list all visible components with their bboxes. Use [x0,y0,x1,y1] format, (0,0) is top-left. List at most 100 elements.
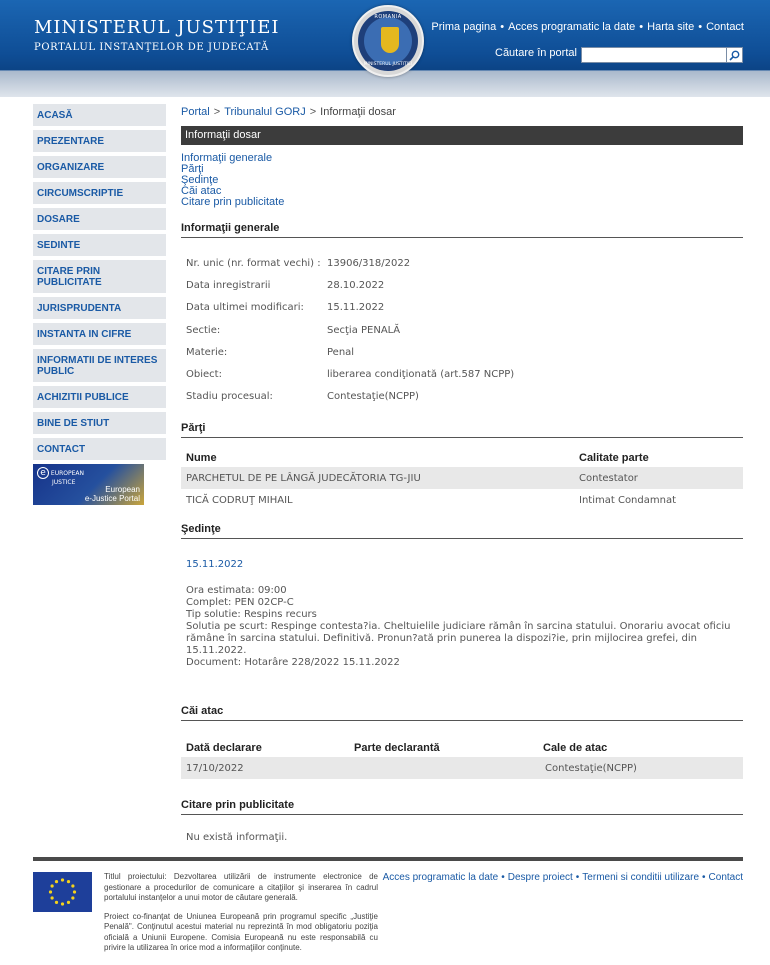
breadcrumb-portal[interactable]: Portal [181,106,210,118]
sidebar-item-contact[interactable]: CONTACT [33,438,167,460]
main-content: Portal > Tribunalul GORJ > Informaţii dosar … [181,106,743,843]
footer-link-contact[interactable]: Contact [709,872,743,883]
cale-atac: Contestaţie(NCPP) [543,757,743,780]
sidebar-item-acasa[interactable]: ACASĂ [33,104,167,126]
col-header-nume: Nume [186,452,217,465]
eu-star [60,878,65,882]
info-key: Data ultimei modificari: [186,302,304,314]
sidebar-item-dosare[interactable]: DOSARE [33,208,167,230]
sidebar-item-bine-de-stiut[interactable]: BINE DE STIUT [33,412,167,434]
breadcrumb-court[interactable]: Tribunalul GORJ [224,106,306,118]
cai-atac-table: Dată declarare Parte declarantă Cale de … [181,733,743,780]
ejustice-line1: European [105,485,140,494]
section-title-citare: Citare prin publicitate [181,799,743,816]
ejustice-logo-text-2: JUSTICE [52,479,76,486]
search-input[interactable] [581,47,727,63]
sidebar-item-informatii-interes-public[interactable]: INFORMATII DE INTERES PUBLIC [33,349,167,382]
toc-link-informatii-generale[interactable]: Informaţii generale [181,153,743,164]
search-button[interactable] [727,47,743,63]
ejustice-logo: e EUROPEAN JUSTICE [37,467,84,486]
eu-star [71,896,75,900]
ministry-seal-logo[interactable]: ROMANIA MINISTERUL JUSTIŢIEI [352,5,424,77]
info-value: Contestaţie(NCPP) [327,391,419,403]
eu-star [66,900,71,904]
sidebar-item-citare[interactable]: CITARE PRIN PUBLICITATE [33,260,167,293]
table-header-row: Dată declarare Parte declarantă Cale de … [181,733,743,757]
parti-table: Nume Calitate parte PARCHETUL DE PE LÂNG… [181,443,743,511]
info-row: Materie: Penal [181,341,743,363]
sedinta-ora: Ora estimata: 09:00 [186,585,287,597]
ejustice-banner[interactable]: e EUROPEAN JUSTICE European e-Justice Po… [33,464,144,505]
info-value: 13906/318/2022 [327,257,411,269]
section-title-parti: Părţi [181,422,743,439]
info-row: Data inregistrarii 28.10.2022 [181,274,743,296]
footer-separator: • [501,872,505,883]
table-row: PARCHETUL DE PE LÂNGĂ JUDECĂTORIA TG-JIU… [181,467,743,490]
footer-links: Acces programatic la date • Despre proiect… [383,872,743,883]
sidebar-item-sedinte[interactable]: SEDINTE [33,234,167,256]
ejustice-line2: e-Justice Portal [84,494,140,503]
seal-bottom-text: MINISTERUL JUSTIŢIEI [363,62,413,67]
info-row: Sectie: Secţia PENALĂ [181,319,743,341]
footer-link-termeni[interactable]: Termeni si conditii utilizare [582,872,699,883]
footer-divider [33,857,743,861]
info-key: Data inregistrarii [186,279,271,291]
info-value: liberarea condiţionată (art.587 NCPP) [327,369,515,381]
col-header-data-declarare: Dată declarare [186,742,262,755]
page-title: Informaţii dosar [181,126,743,145]
eu-star [54,900,59,904]
ejustice-logo-text-1: EUROPEAN [50,470,84,477]
site-subtitle: PORTALUL INSTANŢELOR DE JUDECATĂ [34,42,269,53]
info-value: Penal [327,346,355,358]
citare-empty-message: Nu există informaţii. [186,832,288,844]
sedinta-solutia: Solutia pe scurt: Respinge contesta?ia. … [186,621,731,657]
info-key: Nr. unic (nr. format vechi) : [186,257,321,269]
table-header-row: Nume Calitate parte [181,443,743,467]
col-header-cale-de-atac: Cale de atac [543,742,608,755]
footer-separator: • [702,872,706,883]
toc-link-sedinte[interactable]: Şedinţe [181,175,743,186]
sidebar-item-jurisprudenta[interactable]: JURISPRUDENTA [33,297,167,319]
info-row: Data ultimei modificari: 15.11.2022 [181,297,743,319]
search-label: Căutare în portal [495,47,577,59]
eu-star [48,890,53,894]
toc-link-citare[interactable]: Citare prin publicitate [181,197,743,208]
eu-star [50,884,54,888]
toc-links: Informaţii generale Părţi Şedinţe Căi at… [181,153,743,208]
ejustice-e-icon: e [37,467,49,479]
site-header: MINISTERUL JUSTIŢIEI PORTALUL INSTANŢELO… [0,0,770,97]
sidebar-item-instanta-in-cifre[interactable]: INSTANTA IN CIFRE [33,323,167,345]
sidebar-item-organizare[interactable]: ORGANIZARE [33,156,167,178]
sedinta-tip-solutie: Tip solutie: Respins recurs [186,609,317,621]
col-header-calitate: Calitate parte [579,452,649,465]
site-title[interactable]: MINISTERUL JUSTIŢIEI [34,17,279,38]
sidebar-item-prezentare[interactable]: PREZENTARE [33,130,167,152]
sidebar-item-circumscriptie[interactable]: CIRCUMSCRIPTIE [33,182,167,204]
general-info-table: Nr. unic (nr. format vechi) : 13906/318/2… [181,252,743,408]
sedinta-complet: Complet: PEN 02CP-C [186,597,294,609]
footer-text-1: Titlul proiectului: Dezvoltarea utilizăr… [104,872,378,902]
section-title-informatii-generale: Informaţii generale [181,222,743,238]
parte-calitate: Contestator [579,467,743,490]
eu-star [66,880,71,884]
nav-prima-pagina[interactable]: Prima pagina [431,21,496,33]
eu-star [54,880,59,884]
table-row: 17/10/2022 Contestaţie(NCPP) [181,757,743,780]
search-icon [729,50,740,61]
nav-contact[interactable]: Contact [706,21,744,33]
info-value: 28.10.2022 [327,279,385,291]
footer-separator: • [575,872,580,883]
nav-harta-site[interactable]: Harta site [647,21,694,33]
col-header-parte-declaranta: Parte declarantă [354,742,440,755]
footer-link-despre-proiect[interactable]: Despre proiect [508,872,573,883]
info-row: Obiect: liberarea condiţionată (art.587 N… [181,363,743,385]
nav-acces-programatic[interactable]: Acces programatic la date [508,21,635,33]
footer-link-acces-programatic[interactable]: Acces programatic la date [383,872,499,883]
footer-text-2: Proiect co-finanţat de Uniunea Europeană… [104,911,378,953]
parte-calitate: Intimat Condamnat [579,494,676,506]
toc-link-parti[interactable]: Părţi [181,164,743,175]
sidebar: ACASĂ PREZENTARE ORGANIZARE CIRCUMSCRIPT… [33,104,167,505]
info-key: Materie: [186,346,228,358]
breadcrumb: Portal > Tribunalul GORJ > Informaţii dosar [181,106,743,124]
sidebar-item-achizitii-publice[interactable]: ACHIZITII PUBLICE [33,386,167,408]
